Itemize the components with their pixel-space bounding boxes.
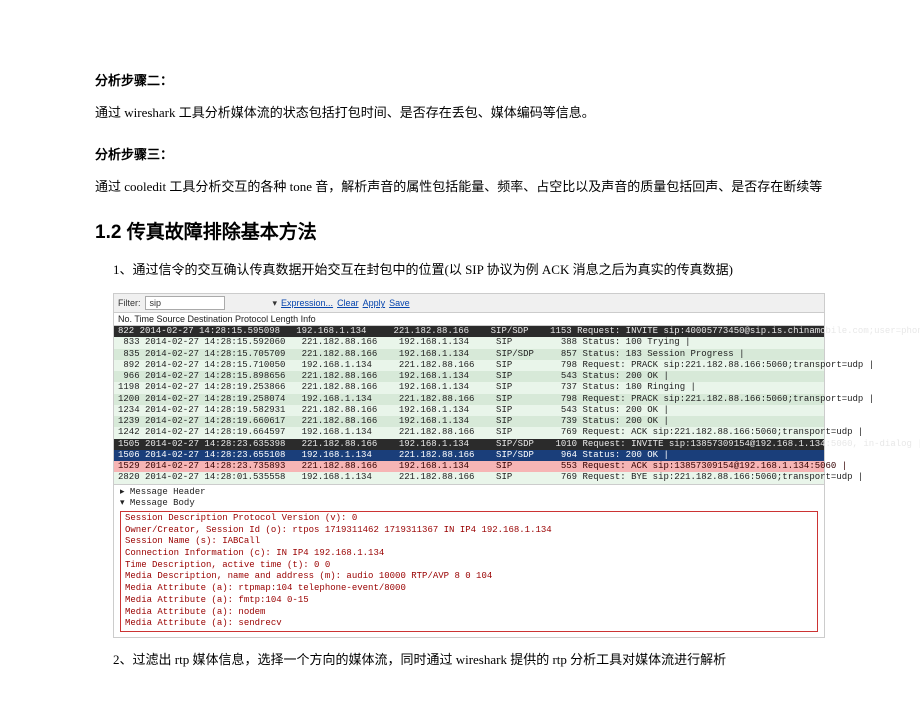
detail-line: Media Description, name and address (m):… (125, 571, 813, 583)
detail-line: Time Description, active time (t): 0 0 (125, 560, 813, 572)
chevron-down-icon[interactable]: ▾ (273, 298, 278, 309)
detail-line: ▸ Message Header (120, 487, 818, 499)
table-row[interactable]: 1506 2014-02-27 14:28:23.655108 192.168.… (114, 450, 824, 461)
table-row[interactable]: 2820 2014-02-27 14:28:01.535558 192.168.… (114, 472, 824, 483)
apply-link[interactable]: Apply (363, 298, 386, 308)
table-row[interactable]: 1529 2014-02-27 14:28:23.735893 221.182.… (114, 461, 824, 472)
step2-body: 通过 wireshark 工具分析媒体流的状态包括打包时间、是否存在丢包、媒体编… (95, 101, 825, 124)
filter-label: Filter: (118, 298, 141, 308)
detail-line: Session Description Protocol Version (v)… (125, 513, 813, 525)
sdp-highlight-block: Session Description Protocol Version (v)… (120, 511, 818, 632)
expression-link[interactable]: Expression... (281, 298, 333, 308)
table-row[interactable]: 833 2014-02-27 14:28:15.592060 221.182.8… (114, 337, 824, 348)
table-row[interactable]: 1242 2014-02-27 14:28:19.664597 192.168.… (114, 427, 824, 438)
table-row[interactable]: 1198 2014-02-27 14:28:19.253866 221.182.… (114, 382, 824, 393)
wireshark-screenshot: Filter: sip ▾ Expression... Clear Apply … (95, 293, 825, 638)
table-row[interactable]: 966 2014-02-27 14:28:15.898656 221.182.8… (114, 371, 824, 382)
step3-title: 分析步骤三： (95, 144, 825, 163)
packet-detail-pane[interactable]: ▸ Message Header ▾ Message Body Session … (113, 485, 825, 638)
packet-list-header: No. Time Source Destination Protocol Len… (113, 313, 825, 326)
table-row[interactable]: 1234 2014-02-27 14:28:19.582931 221.182.… (114, 405, 824, 416)
clear-link[interactable]: Clear (337, 298, 359, 308)
filter-input[interactable]: sip (145, 296, 225, 310)
detail-line: ▾ Message Body (120, 498, 818, 510)
step3-body: 通过 cooledit 工具分析交互的各种 tone 音，解析声音的属性包括能量… (95, 175, 825, 198)
detail-line: Media Attribute (a): sendrecv (125, 618, 813, 630)
save-link[interactable]: Save (389, 298, 410, 308)
detail-line: Owner/Creator, Session Id (o): rtpos 171… (125, 525, 813, 537)
table-row[interactable]: 1200 2014-02-27 14:28:19.258074 192.168.… (114, 394, 824, 405)
detail-line: Session Name (s): IABCall (125, 536, 813, 548)
step2-title: 分析步骤二： (95, 70, 825, 89)
detail-line: Connection Information (c): IN IP4 192.1… (125, 548, 813, 560)
filter-bar: Filter: sip ▾ Expression... Clear Apply … (113, 293, 825, 313)
list-item-1: 1、通过信令的交互确认传真数据开始交互在封包中的位置(以 SIP 协议为例 AC… (95, 258, 825, 281)
table-row[interactable]: 835 2014-02-27 14:28:15.705709 221.182.8… (114, 349, 824, 360)
table-row[interactable]: 892 2014-02-27 14:28:15.710050 192.168.1… (114, 360, 824, 371)
packet-list[interactable]: 822 2014-02-27 14:28:15.595098 192.168.1… (113, 326, 825, 485)
detail-line: Media Attribute (a): rtpmap:104 telephon… (125, 583, 813, 595)
table-row[interactable]: 1505 2014-02-27 14:28:23.635398 221.182.… (114, 439, 824, 450)
table-row[interactable]: 1239 2014-02-27 14:28:19.660617 221.182.… (114, 416, 824, 427)
list-item-2: 2、过滤出 rtp 媒体信息，选择一个方向的媒体流，同时通过 wireshark… (95, 648, 825, 671)
document-page: 分析步骤二： 通过 wireshark 工具分析媒体流的状态包括打包时间、是否存… (0, 0, 920, 723)
table-row[interactable]: 822 2014-02-27 14:28:15.595098 192.168.1… (114, 326, 824, 337)
detail-line: Media Attribute (a): fmtp:104 0-15 (125, 595, 813, 607)
section-1-2-heading: 1.2 传真故障排除基本方法 (95, 217, 825, 244)
detail-line: Media Attribute (a): nodem (125, 607, 813, 619)
